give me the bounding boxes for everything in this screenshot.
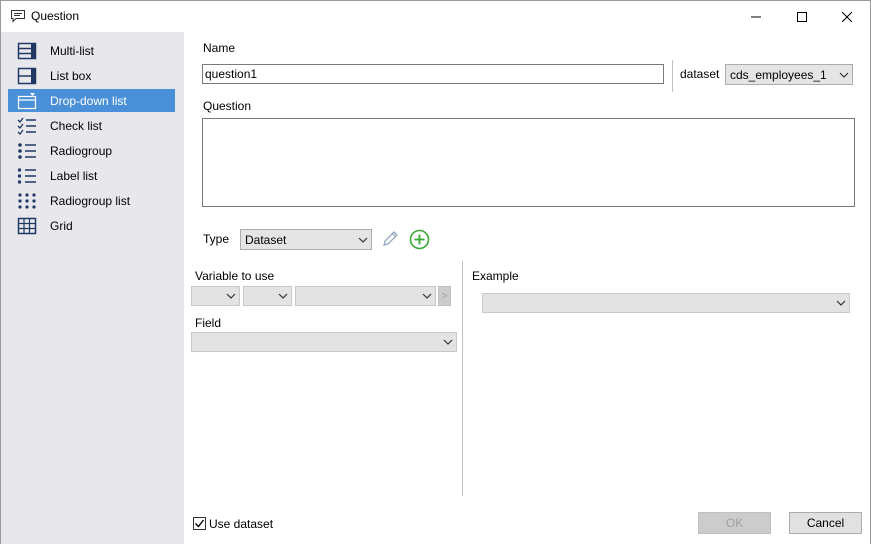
field-select[interactable]	[191, 332, 457, 352]
chevron-down-icon	[355, 230, 371, 249]
variable-label: Variable to use	[195, 269, 275, 283]
question-textarea[interactable]	[202, 118, 855, 207]
divider	[672, 60, 673, 92]
sidebar-item-label: Grid	[50, 218, 73, 233]
sidebar-item-label: Radiogroup list	[50, 193, 131, 208]
sidebar-item-check-list[interactable]: Check list	[8, 114, 175, 137]
variable-select-2[interactable]	[243, 286, 292, 306]
sidebar-item-label-list[interactable]: Label list	[8, 164, 175, 187]
question-form: Name dataset cds_employees_1 Question Ty…	[184, 32, 870, 544]
sidebar-item-label: Drop-down list	[50, 93, 127, 108]
chevron-down-icon	[223, 287, 239, 305]
label-list-icon	[17, 167, 37, 185]
list-box-icon	[17, 67, 37, 85]
ok-button[interactable]: OK	[698, 512, 771, 534]
use-dataset-label: Use dataset	[209, 517, 274, 531]
sidebar-item-radiogroup[interactable]: Radiogroup	[8, 139, 175, 162]
type-value: Dataset	[245, 232, 287, 247]
sidebar-item-drop-down-list[interactable]: Drop-down list	[8, 89, 175, 112]
sidebar-item-label: Multi-list	[50, 43, 94, 58]
example-select[interactable]	[482, 293, 850, 313]
radiogroup-icon	[17, 142, 37, 160]
sidebar-item-label: Radiogroup	[50, 143, 113, 158]
add-icon[interactable]	[409, 229, 430, 250]
chevron-down-icon	[440, 333, 456, 351]
sidebar-item-list-box[interactable]: List box	[8, 64, 175, 87]
pencil-icon[interactable]	[380, 229, 400, 249]
sidebar-item-label: List box	[50, 68, 92, 83]
grid-icon	[17, 217, 37, 235]
maximize-button[interactable]	[779, 1, 825, 32]
sidebar-item-label: Check list	[50, 118, 103, 133]
chevron-down-icon	[833, 294, 849, 312]
question-dialog: Question Multi-list List box Drop-down l…	[0, 0, 871, 544]
field-label: Field	[195, 316, 222, 330]
question-type-sidebar: Multi-list List box Drop-down list Check…	[1, 32, 184, 544]
speech-bubble-icon	[10, 9, 26, 23]
minimize-button[interactable]	[733, 1, 779, 32]
sidebar-item-multi-list[interactable]: Multi-list	[8, 39, 175, 62]
type-select[interactable]: Dataset	[240, 229, 372, 250]
minimize-icon	[751, 16, 761, 17]
check-list-icon	[17, 117, 37, 135]
chevron-down-icon	[836, 65, 852, 84]
variable-insert-button[interactable]: >	[438, 286, 451, 306]
name-label: Name	[203, 41, 236, 55]
window-title: Question	[31, 9, 80, 23]
dataset-label: dataset	[680, 67, 720, 81]
title-bar: Question	[1, 1, 870, 32]
dataset-value: cds_employees_1	[730, 67, 827, 82]
variable-select-3[interactable]	[295, 286, 436, 306]
divider	[462, 261, 463, 496]
sidebar-item-label: Label list	[50, 168, 98, 183]
question-label: Question	[203, 99, 252, 113]
maximize-icon	[797, 11, 807, 22]
drop-down-list-icon	[17, 92, 37, 110]
sidebar-item-grid[interactable]: Grid	[8, 214, 175, 237]
example-label: Example	[472, 269, 519, 283]
type-label: Type	[203, 232, 230, 246]
name-input[interactable]	[202, 64, 664, 84]
cancel-button[interactable]: Cancel	[789, 512, 862, 534]
chevron-down-icon	[419, 287, 435, 305]
use-dataset-checkbox[interactable]	[193, 517, 206, 530]
close-icon	[842, 11, 852, 22]
close-button[interactable]	[824, 1, 870, 32]
variable-select-1[interactable]	[191, 286, 240, 306]
checkmark-icon	[195, 519, 205, 528]
chevron-down-icon	[275, 287, 291, 305]
radiogroup-list-icon	[17, 192, 37, 210]
dataset-select[interactable]: cds_employees_1	[725, 64, 853, 85]
sidebar-item-radiogroup-list[interactable]: Radiogroup list	[8, 189, 175, 212]
multi-list-icon	[17, 42, 37, 60]
